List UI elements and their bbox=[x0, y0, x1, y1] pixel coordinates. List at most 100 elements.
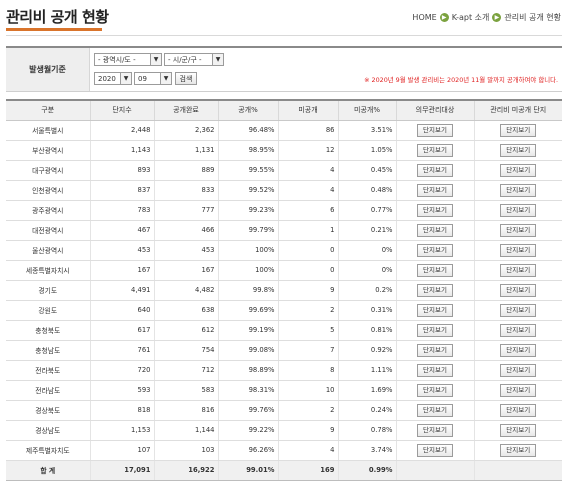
undisclosed-view-button[interactable]: 단지보기 bbox=[500, 303, 537, 317]
region-cell: 경상남도 bbox=[6, 420, 90, 441]
mandatory-view-button[interactable]: 단지보기 bbox=[417, 343, 453, 357]
disclosed-count-cell: 638 bbox=[153, 300, 218, 321]
mandatory-view-button[interactable]: 단지보기 bbox=[417, 123, 453, 137]
disclosed-count-cell: 889 bbox=[153, 160, 218, 181]
mandatory-view-button[interactable]: 단지보기 bbox=[417, 303, 453, 317]
complex-count-cell: 453 bbox=[89, 240, 154, 261]
month-select[interactable]: 09 ▼ bbox=[134, 72, 172, 85]
chevron-down-icon: ▼ bbox=[160, 73, 171, 84]
region-cell: 경기도 bbox=[6, 280, 90, 301]
disclosed-percent-cell: 99.79% bbox=[217, 220, 278, 241]
table-row: 경상남도 1,153 1,144 99.22% 9 0.78% 단지보기 단지보기 bbox=[6, 420, 562, 441]
complex-count-cell: 818 bbox=[89, 400, 154, 421]
mandatory-view-button[interactable]: 단지보기 bbox=[417, 163, 453, 177]
undisclosed-view-button[interactable]: 단지보기 bbox=[500, 183, 537, 197]
disclosed-count-cell: 777 bbox=[153, 200, 218, 221]
undisclosed-view-button[interactable]: 단지보기 bbox=[500, 223, 537, 237]
undisclosed-percent-cell: 3.74% bbox=[337, 440, 396, 461]
undisclosed-view-button[interactable]: 단지보기 bbox=[500, 243, 537, 257]
total-empty-cell bbox=[395, 460, 474, 481]
deadline-notice: ※ 2020년 9월 발생 관리비는 2020년 11월 말까지 공개하여야 합… bbox=[364, 76, 558, 84]
mandatory-view-button[interactable]: 단지보기 bbox=[417, 443, 453, 457]
disclosed-count-cell: 453 bbox=[153, 240, 218, 261]
search-button[interactable]: 검색 bbox=[175, 72, 197, 85]
table-row: 부산광역시 1,143 1,131 98.95% 12 1.05% 단지보기 단지보기 bbox=[6, 140, 562, 161]
total-disclosed-pct: 99.01% bbox=[217, 460, 278, 481]
complex-count-cell: 467 bbox=[89, 220, 154, 241]
complex-count-cell: 617 bbox=[89, 320, 154, 341]
total-empty-cell bbox=[473, 460, 562, 481]
table-row: 제주특별자치도 107 103 96.26% 4 3.74% 단지보기 단지보기 bbox=[6, 440, 562, 461]
undisclosed-view-button[interactable]: 단지보기 bbox=[500, 263, 537, 277]
complex-count-cell: 4,491 bbox=[89, 280, 154, 301]
undisclosed-view-cell: 단지보기 bbox=[473, 240, 562, 261]
year-select[interactable]: 2020 ▼ bbox=[94, 72, 132, 85]
table-row: 서울특별시 2,448 2,362 96.48% 86 3.51% 단지보기 단지보기 bbox=[6, 120, 562, 141]
undisclosed-percent-cell: 0% bbox=[337, 240, 396, 261]
undisclosed-view-button[interactable]: 단지보기 bbox=[500, 323, 537, 337]
mandatory-view-button[interactable]: 단지보기 bbox=[417, 183, 453, 197]
mandatory-view-button[interactable]: 단지보기 bbox=[417, 143, 453, 157]
region-cell: 세종특별자치시 bbox=[6, 260, 90, 281]
mandatory-view-button[interactable]: 단지보기 bbox=[417, 383, 453, 397]
undisclosed-count-cell: 86 bbox=[277, 120, 338, 141]
breadcrumb-current: 관리비 공개 현황 bbox=[504, 13, 561, 22]
disclosed-percent-cell: 99.08% bbox=[217, 340, 278, 361]
mandatory-view-button[interactable]: 단지보기 bbox=[417, 223, 453, 237]
mandatory-view-button[interactable]: 단지보기 bbox=[417, 403, 453, 417]
region-cell: 충청북도 bbox=[6, 320, 90, 341]
undisclosed-count-cell: 1 bbox=[277, 220, 338, 241]
undisclosed-view-cell: 단지보기 bbox=[473, 400, 562, 421]
undisclosed-view-button[interactable]: 단지보기 bbox=[500, 423, 537, 437]
undisclosed-view-button[interactable]: 단지보기 bbox=[500, 143, 537, 157]
breadcrumb-about[interactable]: K-apt 소개 bbox=[452, 12, 490, 23]
region-cell: 대구광역시 bbox=[6, 160, 90, 181]
mandatory-view-button[interactable]: 단지보기 bbox=[417, 423, 453, 437]
undisclosed-view-cell: 단지보기 bbox=[473, 300, 562, 321]
disclosure-table: 구분 단지수 공개완료 공개% 미공개 미공개% 의무관리대상 관리비 미공개 … bbox=[6, 99, 562, 481]
undisclosed-view-cell: 단지보기 bbox=[473, 340, 562, 361]
complex-count-cell: 1,143 bbox=[89, 140, 154, 161]
undisclosed-percent-cell: 3.51% bbox=[337, 120, 396, 141]
undisclosed-view-button[interactable]: 단지보기 bbox=[500, 203, 537, 217]
table-row: 경상북도 818 816 99.76% 2 0.24% 단지보기 단지보기 bbox=[6, 400, 562, 421]
undisclosed-view-button[interactable]: 단지보기 bbox=[500, 163, 537, 177]
mandatory-view-button[interactable]: 단지보기 bbox=[417, 323, 453, 337]
table-row: 대구광역시 893 889 99.55% 4 0.45% 단지보기 단지보기 bbox=[6, 160, 562, 181]
undisclosed-view-button[interactable]: 단지보기 bbox=[500, 123, 537, 137]
disclosed-count-cell: 816 bbox=[153, 400, 218, 421]
undisclosed-view-button[interactable]: 단지보기 bbox=[500, 343, 537, 357]
breadcrumb: HOME ▶ K-apt 소개 ▶ 관리비 공개 현황 bbox=[412, 12, 561, 23]
undisclosed-percent-cell: 0% bbox=[337, 260, 396, 281]
region-select[interactable]: - 광역시/도 - ▼ bbox=[94, 53, 162, 66]
mandatory-view-button[interactable]: 단지보기 bbox=[417, 363, 453, 377]
undisclosed-count-cell: 2 bbox=[277, 400, 338, 421]
mandatory-view-button[interactable]: 단지보기 bbox=[417, 283, 453, 297]
disclosed-count-cell: 1,144 bbox=[153, 420, 218, 441]
total-disclosed: 16,922 bbox=[153, 460, 218, 481]
mandatory-view-button[interactable]: 단지보기 bbox=[417, 243, 453, 257]
undisclosed-view-button[interactable]: 단지보기 bbox=[500, 383, 537, 397]
mandatory-view-cell: 단지보기 bbox=[395, 320, 474, 341]
mandatory-view-button[interactable]: 단지보기 bbox=[417, 203, 453, 217]
undisclosed-view-button[interactable]: 단지보기 bbox=[500, 403, 537, 417]
region-cell: 경상북도 bbox=[6, 400, 90, 421]
table-row: 충청남도 761 754 99.08% 7 0.92% 단지보기 단지보기 bbox=[6, 340, 562, 361]
undisclosed-percent-cell: 1.05% bbox=[337, 140, 396, 161]
mandatory-view-cell: 단지보기 bbox=[395, 400, 474, 421]
region-cell: 전라북도 bbox=[6, 360, 90, 381]
district-select[interactable]: - 시/군/구 - ▼ bbox=[164, 53, 224, 66]
undisclosed-view-button[interactable]: 단지보기 bbox=[500, 443, 537, 457]
table-row: 세종특별자치시 167 167 100% 0 0% 단지보기 단지보기 bbox=[6, 260, 562, 281]
mandatory-view-cell: 단지보기 bbox=[395, 140, 474, 161]
mandatory-view-button[interactable]: 단지보기 bbox=[417, 263, 453, 277]
region-select-value: - 광역시/도 - bbox=[98, 55, 136, 64]
mandatory-view-cell: 단지보기 bbox=[395, 360, 474, 381]
column-header: 단지수 bbox=[89, 99, 154, 121]
undisclosed-view-button[interactable]: 단지보기 bbox=[500, 363, 537, 377]
breadcrumb-home[interactable]: HOME bbox=[412, 13, 436, 22]
header-divider bbox=[6, 35, 562, 36]
undisclosed-view-button[interactable]: 단지보기 bbox=[500, 283, 537, 297]
undisclosed-percent-cell: 1.11% bbox=[337, 360, 396, 381]
undisclosed-view-cell: 단지보기 bbox=[473, 200, 562, 221]
